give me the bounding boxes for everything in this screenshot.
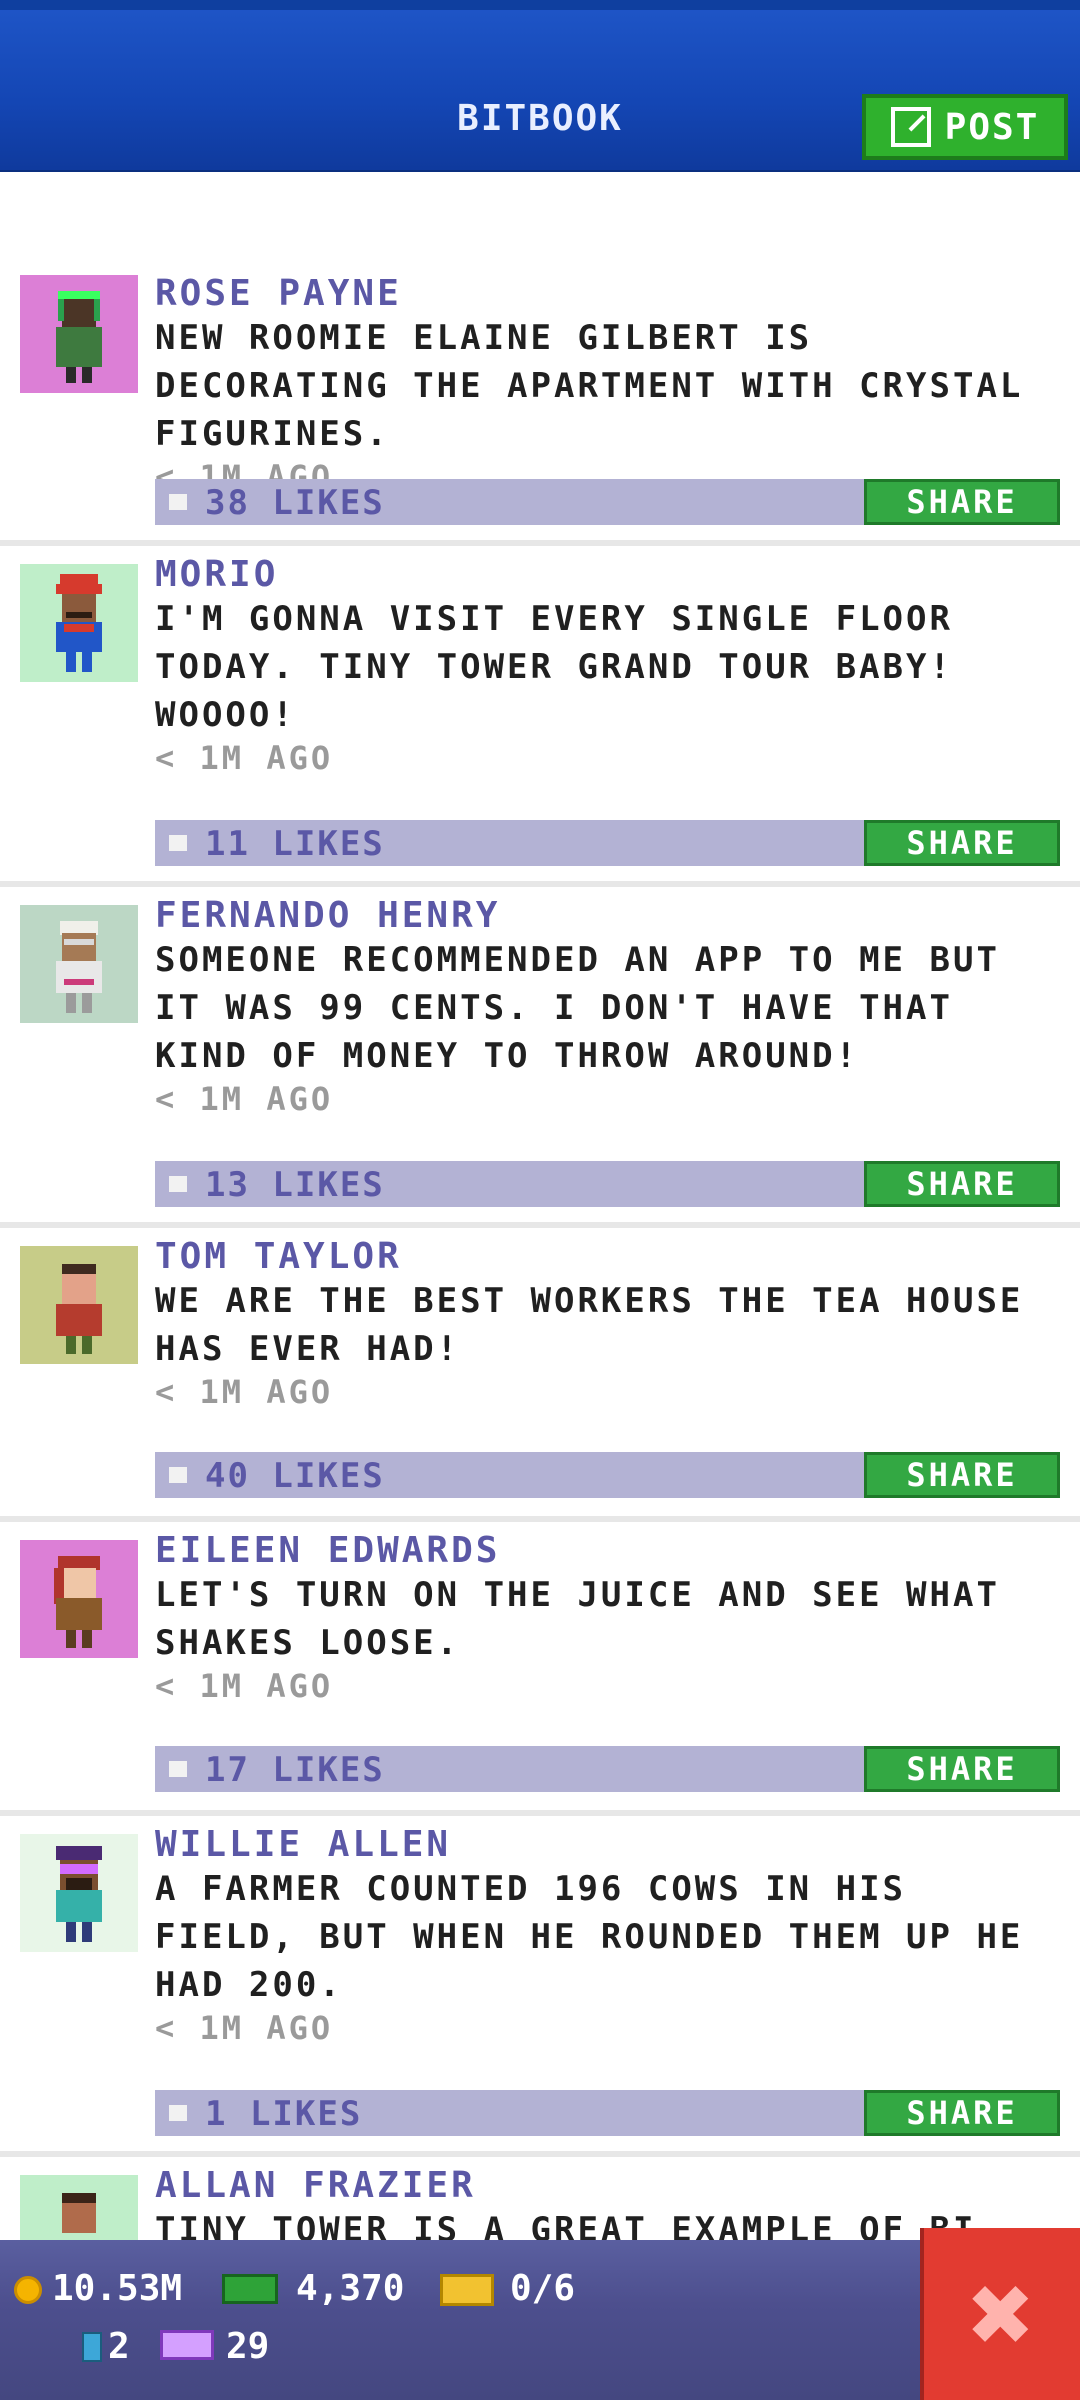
coin-icon <box>14 2276 42 2304</box>
avatar[interactable] <box>20 905 138 1023</box>
post-text: LET'S TURN ON THE JUICE AND SEE WHAT SHA… <box>155 1575 1000 1663</box>
post-time: < 1M AGO <box>155 2009 334 2047</box>
post-author[interactable]: WILLIE ALLEN <box>155 1824 1060 1865</box>
elevator-icon <box>82 2332 102 2362</box>
post-author[interactable]: EILEEN EDWARDS <box>155 1530 1060 1571</box>
post-button-label: POST <box>944 106 1040 148</box>
share-button[interactable]: SHARE <box>864 1161 1060 1207</box>
likes-bar: 1 LIKES SHARE <box>155 2090 1060 2136</box>
post-text: WE ARE THE BEST WORKERS THE TEA HOUSE HA… <box>155 1281 1024 1369</box>
post-author[interactable]: ALLAN FRAZIER <box>155 2165 1060 2206</box>
post-text: I'M GONNA VISIT EVERY SINGLE FLOOR TODAY… <box>155 599 953 735</box>
thumbs-up-icon <box>169 2105 187 2121</box>
feed-post: MORIO I'M GONNA VISIT EVERY SINGLE FLOOR… <box>0 546 1080 887</box>
post-time: < 1M AGO <box>155 1080 334 1118</box>
likes-count: 40 LIKES <box>205 1456 385 1496</box>
avatar[interactable] <box>20 1246 138 1364</box>
post-text: NEW ROOMIE ELAINE GILBERT IS DECORATING … <box>155 318 1024 454</box>
likes-count: 1 LIKES <box>205 2094 363 2134</box>
avatar[interactable] <box>20 1540 138 1658</box>
avatar[interactable] <box>20 564 138 682</box>
likes-bar: 11 LIKES SHARE <box>155 820 1060 866</box>
feed-post: TOM TAYLOR WE ARE THE BEST WORKERS THE T… <box>0 1228 1080 1522</box>
post-time: < 1M AGO <box>155 739 334 777</box>
header-bar: BITBOOK POST <box>0 0 1080 172</box>
post-author[interactable]: MORIO <box>155 554 1060 595</box>
likes-bar: 40 LIKES SHARE <box>155 1452 1060 1498</box>
share-button[interactable]: SHARE <box>864 820 1060 866</box>
close-icon: ✖ <box>968 2250 1036 2378</box>
thumbs-up-icon <box>169 1467 187 1483</box>
thumbs-up-icon <box>169 1761 187 1777</box>
thumbs-up-icon <box>169 494 187 510</box>
ticket-icon <box>440 2274 494 2306</box>
likes-bar: 38 LIKES SHARE <box>155 479 1060 525</box>
share-button[interactable]: SHARE <box>864 1452 1060 1498</box>
likes-count: 17 LIKES <box>205 1750 385 1790</box>
avatar[interactable] <box>20 275 138 393</box>
likes-count: 11 LIKES <box>205 824 385 864</box>
status-bar: 10.53M 4,370 0/6 2 29 <box>0 2240 1080 2400</box>
bux-icon <box>222 2274 278 2304</box>
post-text: SOMEONE RECOMMENDED AN APP TO ME BUT IT … <box>155 940 1000 1076</box>
post-text: A FARMER COUNTED 196 COWS IN HIS FIELD, … <box>155 1869 1024 2005</box>
thumbs-up-icon <box>169 1176 187 1192</box>
feed-post: ROSE PAYNE NEW ROOMIE ELAINE GILBERT IS … <box>0 265 1080 546</box>
share-button[interactable]: SHARE <box>864 1746 1060 1792</box>
feed-list[interactable]: ROSE PAYNE NEW ROOMIE ELAINE GILBERT IS … <box>0 265 1080 2297</box>
bux-value: 4,370 <box>296 2268 405 2309</box>
feed-post: EILEEN EDWARDS LET'S TURN ON THE JUICE A… <box>0 1522 1080 1816</box>
likes-count: 13 LIKES <box>205 1165 385 1205</box>
post-author[interactable]: TOM TAYLOR <box>155 1236 1060 1277</box>
coins-value: 10.53M <box>52 2268 183 2309</box>
edit-icon <box>890 107 931 147</box>
feed-post: FERNANDO HENRY SOMEONE RECOMMENDED AN AP… <box>0 887 1080 1228</box>
post-time: < 1M AGO <box>155 1373 334 1411</box>
likes-bar: 17 LIKES SHARE <box>155 1746 1060 1792</box>
vip-value: 29 <box>226 2326 270 2367</box>
share-button[interactable]: SHARE <box>864 479 1060 525</box>
share-button[interactable]: SHARE <box>864 2090 1060 2136</box>
elevator-value: 2 <box>108 2326 130 2367</box>
thumbs-up-icon <box>169 835 187 851</box>
likes-count: 38 LIKES <box>205 483 385 523</box>
header-accent <box>0 0 1080 10</box>
close-button[interactable]: ✖ <box>920 2228 1080 2400</box>
post-author[interactable]: ROSE PAYNE <box>155 273 1060 314</box>
post-button[interactable]: POST <box>862 94 1068 160</box>
vip-icon <box>160 2330 214 2360</box>
post-author[interactable]: FERNANDO HENRY <box>155 895 1060 936</box>
likes-bar: 13 LIKES SHARE <box>155 1161 1060 1207</box>
avatar[interactable] <box>20 1834 138 1952</box>
post-time: < 1M AGO <box>155 1667 334 1705</box>
feed-post: WILLIE ALLEN A FARMER COUNTED 196 COWS I… <box>0 1816 1080 2157</box>
tickets-value: 0/6 <box>510 2268 576 2309</box>
